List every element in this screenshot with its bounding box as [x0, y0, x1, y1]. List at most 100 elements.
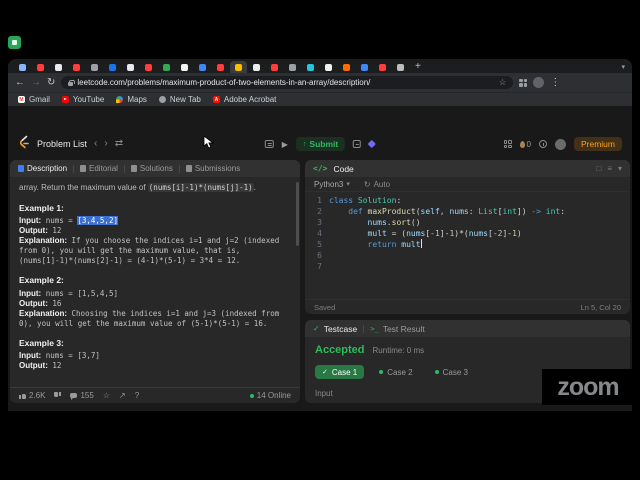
reload-button[interactable]: ↻	[47, 77, 55, 88]
browser-tab[interactable]	[392, 61, 409, 73]
gmail-icon: M	[18, 96, 25, 103]
youtube-icon	[61, 96, 69, 103]
bookmark-label: New Tab	[169, 95, 201, 104]
ai-assistant-button[interactable]	[367, 139, 377, 149]
code-tab[interactable]: Code	[333, 164, 353, 174]
browser-tab[interactable]	[158, 61, 175, 73]
case-chip[interactable]: Case 2	[372, 365, 419, 379]
browser-tab[interactable]	[266, 61, 283, 73]
comments-button[interactable]: 155	[70, 391, 94, 400]
case-chip[interactable]: Case 3	[428, 365, 475, 379]
browser-tab[interactable]	[374, 61, 391, 73]
tab-favicon-icon	[325, 63, 332, 71]
next-problem-button[interactable]: ›	[104, 139, 107, 149]
code-text: class Solution:	[329, 196, 402, 205]
example-3-output: Output: 12	[19, 361, 291, 371]
debug-button[interactable]	[264, 140, 274, 148]
terminal-icon: >_	[370, 324, 379, 333]
streak-count: 0	[526, 139, 531, 149]
collapse-icon[interactable]: ▾	[618, 164, 622, 173]
browser-tab[interactable]	[338, 61, 355, 73]
streak-counter[interactable]: 0	[519, 139, 531, 149]
bookmark-star-icon[interactable]: ☆	[499, 77, 507, 88]
help-button[interactable]: ?	[135, 391, 139, 400]
flame-icon	[519, 140, 525, 148]
bookmark-item[interactable]: Maps	[116, 95, 147, 104]
bookmark-item[interactable]: New Tab	[158, 95, 201, 104]
dislike-button[interactable]	[54, 392, 61, 399]
browser-tab[interactable]	[356, 61, 373, 73]
address-bar[interactable]: leetcode.com/problems/maximum-product-of…	[61, 76, 514, 89]
bookmark-item[interactable]: M Gmail	[18, 95, 50, 104]
panel-layout-icon[interactable]: □	[596, 164, 601, 173]
leetcode-page: Problem List ‹ › ⇄ ▶ ↑ Submit 0 Premium …	[8, 106, 632, 411]
tab-search-icon[interactable]: ▾	[621, 63, 628, 71]
bookmark-item[interactable]: A Adobe Acrobat	[212, 95, 276, 104]
browser-tab[interactable]	[104, 61, 121, 73]
tab-solutions[interactable]: Solutions	[130, 164, 173, 173]
share-button[interactable]: ↗	[119, 391, 126, 400]
browser-tab[interactable]	[194, 61, 211, 73]
bookmark-item[interactable]: YouTube	[61, 95, 104, 104]
browser-tab[interactable]	[50, 61, 67, 73]
tab-submissions[interactable]: Submissions	[185, 164, 240, 173]
browser-tab[interactable]	[68, 61, 85, 73]
tab-test-result[interactable]: >_ Test Result	[370, 324, 424, 334]
browser-tab[interactable]	[122, 61, 139, 73]
output-value: 12	[47, 361, 62, 370]
timer-button[interactable]	[538, 140, 547, 148]
extensions-icon[interactable]	[519, 78, 528, 87]
browser-tab[interactable]	[86, 61, 103, 73]
browser-tab[interactable]	[320, 61, 337, 73]
browser-tab[interactable]	[32, 61, 49, 73]
intro-formula: (nums[i]-1)*(nums[j]-1)	[147, 183, 254, 192]
browser-tab[interactable]	[284, 61, 301, 73]
browser-tab[interactable]	[230, 61, 247, 73]
auto-icon: ↻	[363, 179, 371, 189]
premium-button[interactable]: Premium	[573, 137, 622, 151]
line-number: 1	[317, 196, 322, 205]
panel-menu-icon[interactable]: ≡	[607, 164, 612, 173]
check-square-icon: ✓	[313, 324, 320, 333]
back-button[interactable]: ←	[15, 77, 25, 88]
shuffle-button[interactable]: ⇄	[115, 139, 123, 149]
run-button[interactable]: ▶	[282, 140, 288, 149]
code-panel-header: </> Code □ ≡ ▾	[305, 160, 630, 177]
code-line: 5 return mult	[305, 239, 630, 250]
forward-button[interactable]: →	[31, 77, 41, 88]
tab-editorial[interactable]: Editorial	[80, 164, 118, 173]
test-result-tab-label: Test Result	[382, 323, 425, 334]
browser-profile-avatar[interactable]	[533, 77, 545, 88]
browser-tab[interactable]	[176, 61, 193, 73]
selected-text: [3,4,5,2]	[77, 216, 118, 225]
case-chip[interactable]: ✓ Case 1	[315, 365, 365, 379]
tab-testcase[interactable]: ✓ Testcase	[313, 324, 357, 334]
runtime-label: Runtime: 0 ms	[372, 346, 425, 355]
user-avatar[interactable]	[554, 138, 566, 150]
tab-description[interactable]: Description	[18, 164, 67, 173]
notes-button[interactable]	[353, 140, 362, 148]
layout-button[interactable]	[503, 140, 512, 148]
browser-tab[interactable]	[248, 61, 265, 73]
auto-toggle[interactable]: ↻ Auto	[364, 180, 390, 189]
leetcode-logo-icon[interactable]	[18, 135, 30, 154]
scrollbar[interactable]	[296, 182, 299, 246]
editor-status-bar: Saved Ln 5, Col 20	[305, 299, 630, 314]
submit-button[interactable]: ↑ Submit	[295, 137, 346, 151]
browser-tab[interactable]	[14, 61, 31, 73]
browser-tab[interactable]	[212, 61, 229, 73]
problem-list-link[interactable]: Problem List	[37, 139, 87, 149]
favorite-button[interactable]: ☆	[103, 391, 110, 400]
like-button[interactable]: 2.6K	[19, 391, 45, 400]
language-selector[interactable]: Python3 ▾	[314, 180, 350, 189]
cursor-position[interactable]: Ln 5, Col 20	[581, 303, 621, 312]
code-editor[interactable]: 1 class Solution: 2 def maxProduct(self, n…	[305, 192, 630, 299]
code-icon: </>	[313, 164, 328, 173]
browser-menu-button[interactable]: ⋮	[550, 77, 560, 88]
browser-tab[interactable]	[140, 61, 157, 73]
prev-problem-button[interactable]: ‹	[94, 139, 97, 149]
code-line: 2 def maxProduct(self, nums: List[int]) …	[305, 206, 630, 217]
new-tab-button[interactable]: +	[415, 62, 421, 72]
browser-tab[interactable]	[302, 61, 319, 73]
mouse-cursor	[203, 135, 215, 154]
